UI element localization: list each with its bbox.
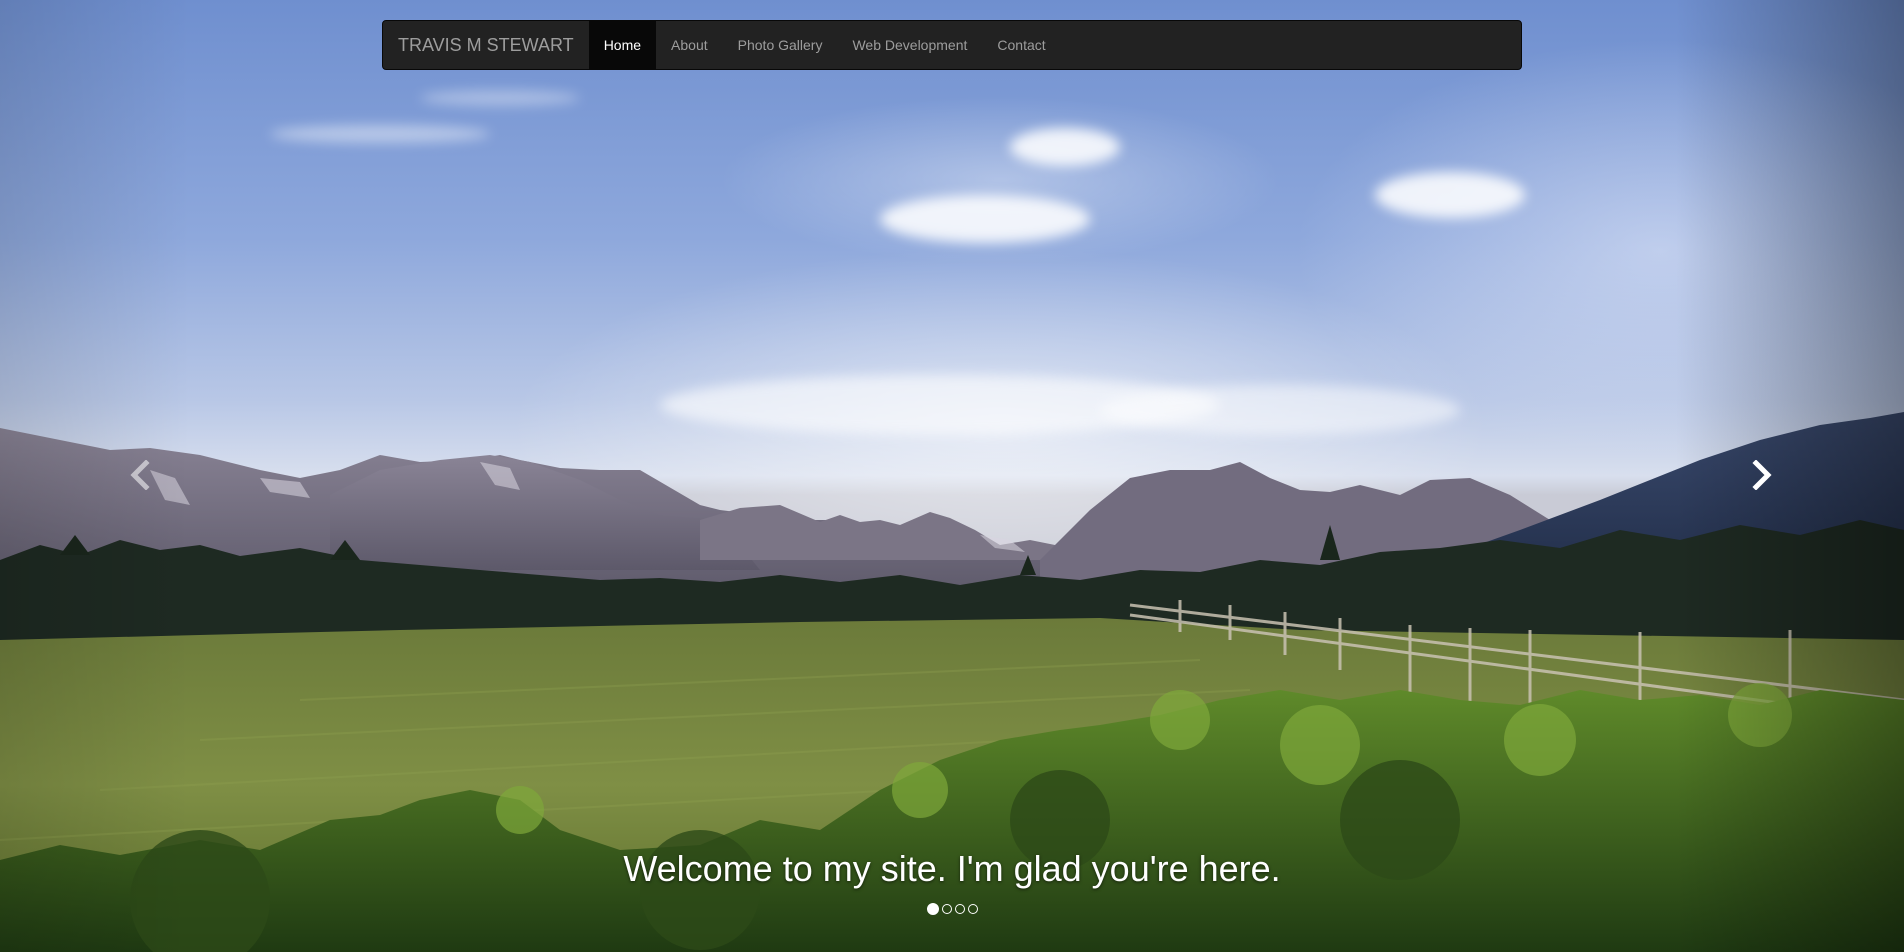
- chevron-left-icon: [130, 460, 150, 490]
- carousel-indicator-2[interactable]: [941, 904, 952, 914]
- chevron-right-icon: [1752, 460, 1772, 490]
- hero-carousel: TRAVIS M STEWART Home About Photo Galler…: [0, 0, 1904, 952]
- nav-item-contact[interactable]: Contact: [982, 21, 1060, 69]
- carousel-indicator-1[interactable]: [926, 903, 939, 915]
- nav-item-photo-gallery[interactable]: Photo Gallery: [723, 21, 838, 69]
- carousel-indicator-3[interactable]: [954, 904, 965, 914]
- nav-menu: Home About Photo Gallery Web Development…: [588, 21, 1061, 69]
- carousel-indicator-4[interactable]: [967, 904, 978, 914]
- carousel-next-button[interactable]: [1742, 455, 1782, 495]
- carousel-indicators: [0, 903, 1904, 915]
- carousel-caption: Welcome to my site. I'm glad you're here…: [623, 848, 1281, 889]
- carousel-prev-button[interactable]: [120, 455, 160, 495]
- brand-link[interactable]: TRAVIS M STEWART: [383, 21, 589, 69]
- nav-item-home[interactable]: Home: [588, 21, 657, 69]
- landscape-image: [0, 412, 1904, 952]
- nav-item-web-development[interactable]: Web Development: [837, 21, 982, 69]
- nav-item-about[interactable]: About: [656, 21, 723, 69]
- navbar: TRAVIS M STEWART Home About Photo Galler…: [382, 20, 1522, 70]
